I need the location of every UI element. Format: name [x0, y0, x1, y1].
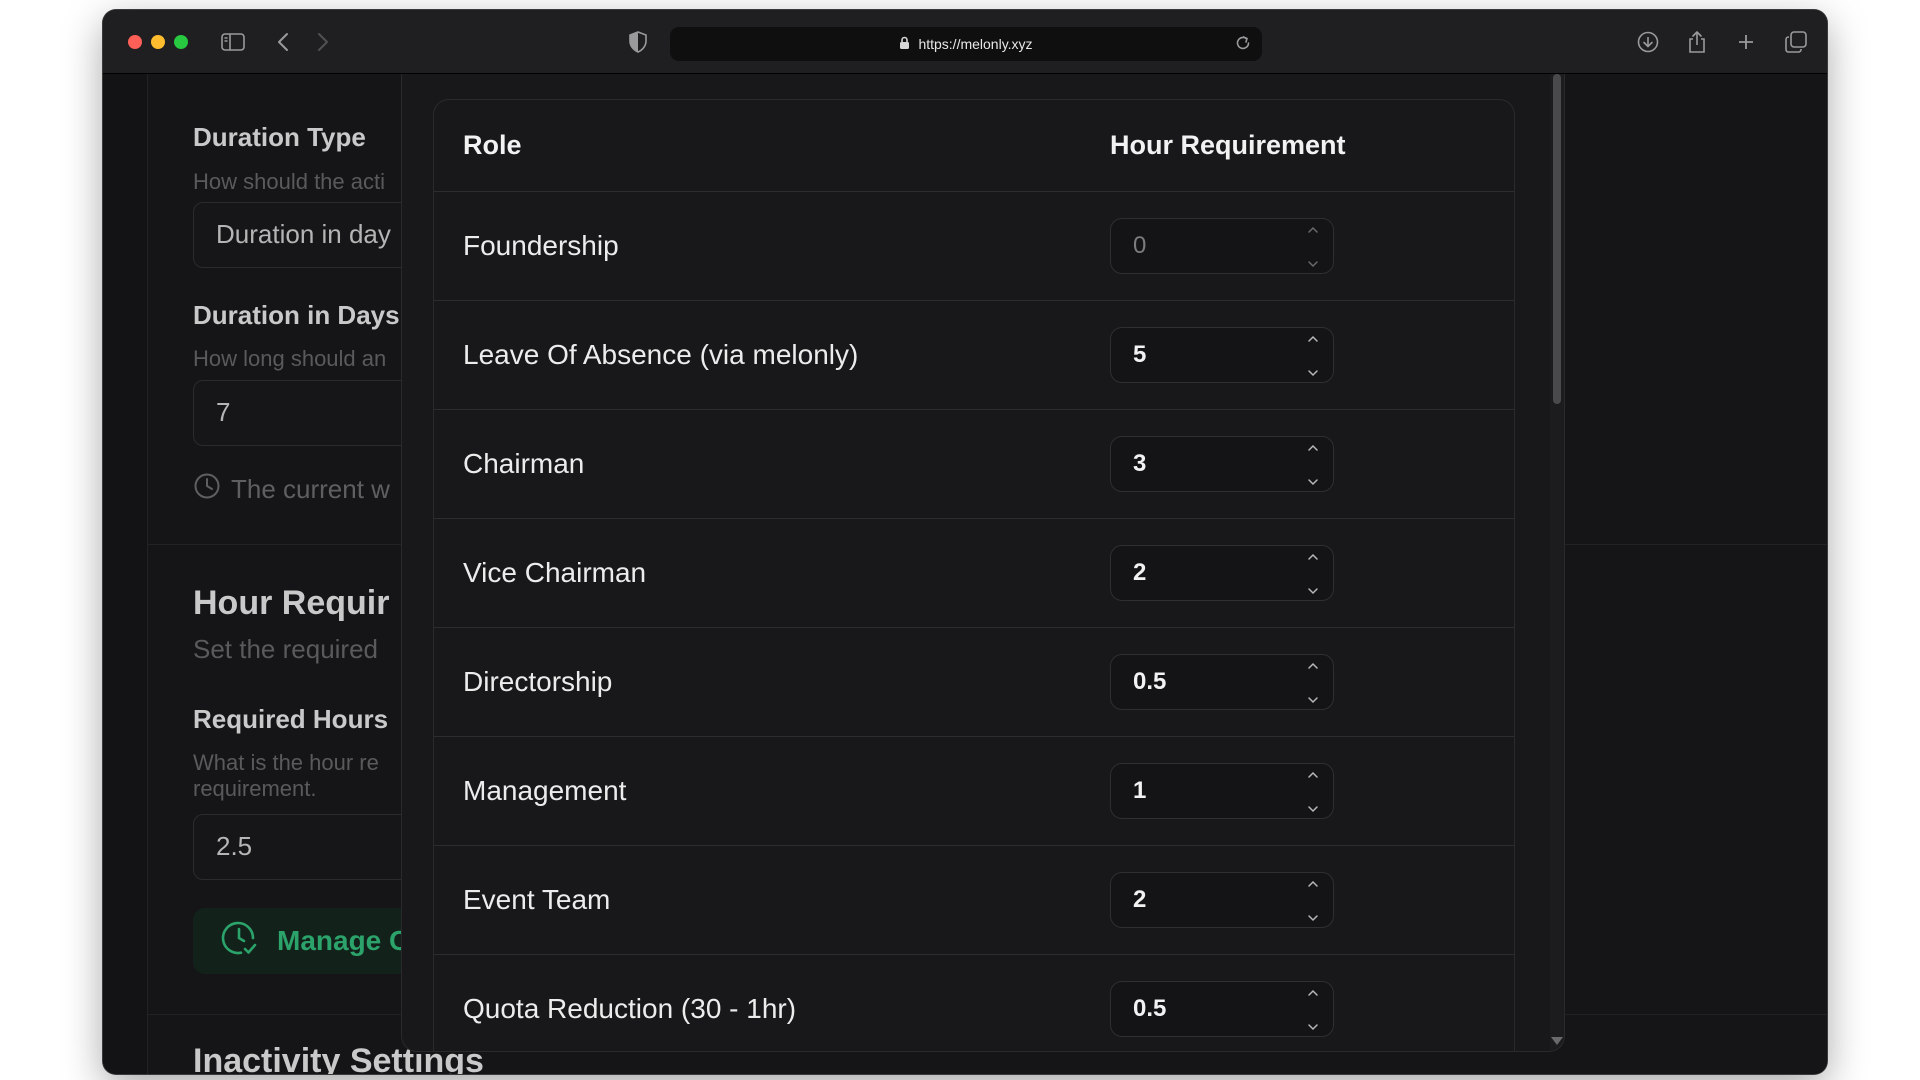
number-stepper[interactable] — [1307, 335, 1319, 377]
duration-type-label: Duration Type — [193, 122, 366, 152]
number-stepper[interactable] — [1307, 662, 1319, 704]
chevron-down-icon — [1308, 261, 1318, 268]
hour-value: 2 — [1133, 559, 1147, 586]
chevron-down-icon — [1308, 697, 1318, 704]
hour-requirements-heading: Hour Requir — [193, 584, 390, 622]
reload-icon[interactable] — [1234, 34, 1252, 55]
current-week-text: The current w — [231, 474, 390, 504]
hour-requirements-help: Set the required — [193, 634, 379, 664]
number-stepper[interactable] — [1307, 444, 1319, 486]
hour-input[interactable]: 1 — [1110, 763, 1334, 819]
number-stepper[interactable] — [1307, 771, 1319, 813]
forward-icon[interactable] — [313, 28, 333, 56]
scroll-down-arrow-icon[interactable] — [1551, 1037, 1563, 1045]
downloads-icon[interactable] — [1635, 28, 1661, 56]
clock-icon — [193, 472, 221, 507]
role-name: Leave Of Absence (via melonly) — [463, 339, 859, 370]
chevron-down-icon — [1308, 915, 1318, 922]
number-stepper[interactable] — [1307, 880, 1319, 922]
column-header-role: Role — [463, 130, 522, 160]
browser-toolbar: https://melonly.xyz — [103, 10, 1827, 74]
clock-check-icon — [219, 918, 259, 965]
minimize-window-button[interactable] — [151, 35, 165, 49]
required-hours-help-line1: What is the hour re — [193, 750, 379, 775]
chevron-up-icon — [1308, 880, 1318, 887]
manage-button-label: Manage C — [277, 925, 410, 956]
browser-window: https://melonly.xyz Duration Type How sh… — [103, 10, 1827, 1074]
role-name: Event Team — [463, 884, 611, 915]
role-name: Chairman — [463, 448, 585, 479]
chevron-down-icon — [1308, 806, 1318, 813]
chevron-down-icon — [1308, 479, 1318, 486]
table-row: Management 1 — [434, 737, 1514, 846]
hour-input[interactable]: 5 — [1110, 327, 1334, 383]
role-name: Management — [463, 775, 627, 806]
number-stepper[interactable] — [1307, 553, 1319, 595]
chevron-up-icon — [1308, 989, 1318, 996]
hour-input[interactable]: 2 — [1110, 872, 1334, 928]
new-tab-icon[interactable] — [1735, 28, 1757, 56]
hour-input[interactable]: 2 — [1110, 545, 1334, 601]
role-name: Quota Reduction (30 - 1hr) — [463, 993, 797, 1024]
hour-value: 0.5 — [1133, 995, 1167, 1022]
modal-scrollbar[interactable] — [1550, 74, 1564, 1051]
hour-value: 1 — [1133, 777, 1147, 804]
role-name: Directorship — [463, 666, 613, 697]
role-name: Vice Chairman — [463, 557, 647, 588]
privacy-shield-icon[interactable] — [627, 28, 649, 56]
chevron-down-icon — [1308, 1024, 1318, 1031]
close-window-button[interactable] — [128, 35, 142, 49]
duration-days-label: Duration in Days — [193, 300, 400, 330]
back-icon[interactable] — [273, 28, 293, 56]
chevron-down-icon — [1308, 588, 1318, 595]
duration-type-help: How should the acti — [193, 169, 385, 194]
share-icon[interactable] — [1685, 28, 1709, 56]
hour-value: 5 — [1133, 341, 1147, 368]
column-header-hours: Hour Requirement — [1110, 130, 1346, 160]
hour-input[interactable]: 0.5 — [1110, 654, 1334, 710]
duration-days-help: How long should an — [193, 346, 387, 371]
table-row: Event Team 2 — [434, 846, 1514, 955]
chevron-up-icon — [1308, 771, 1318, 778]
hour-value: 0 — [1133, 232, 1147, 259]
chevron-up-icon — [1308, 553, 1318, 560]
chevron-down-icon — [1308, 370, 1318, 377]
url-text: https://melonly.xyz — [918, 36, 1033, 52]
number-stepper[interactable] — [1307, 226, 1319, 268]
role-name: Foundership — [463, 230, 619, 261]
chevron-up-icon — [1308, 444, 1318, 451]
sidebar-toggle-icon[interactable] — [219, 28, 247, 56]
table-row: Directorship 0.5 — [434, 628, 1514, 737]
page-content: Duration Type How should the acti Durati… — [103, 74, 1827, 1074]
hour-input[interactable]: 3 — [1110, 436, 1334, 492]
required-hours-label: Required Hours — [193, 704, 389, 734]
scrollbar-thumb[interactable] — [1553, 74, 1561, 404]
hour-value: 0.5 — [1133, 668, 1167, 695]
current-week-notice: The current w — [193, 472, 390, 507]
number-stepper[interactable] — [1307, 989, 1319, 1031]
table-row: Chairman 3 — [434, 410, 1514, 519]
required-hours-help-line2: requirement. — [193, 776, 317, 801]
chevron-up-icon — [1308, 226, 1318, 233]
hour-input[interactable]: 0 — [1110, 218, 1334, 274]
chevron-up-icon — [1308, 662, 1318, 669]
table-row: Quota Reduction (30 - 1hr) 0.5 — [434, 955, 1514, 1051]
chevron-up-icon — [1308, 335, 1318, 342]
zoom-window-button[interactable] — [174, 35, 188, 49]
table-row: Vice Chairman 2 — [434, 519, 1514, 628]
role-hours-modal: Role Hour Requirement Foundership 0 Leav… — [401, 74, 1565, 1052]
hour-value: 2 — [1133, 886, 1147, 913]
hour-input[interactable]: 0.5 — [1110, 981, 1334, 1037]
role-hours-table: Role Hour Requirement Foundership 0 Leav… — [433, 99, 1515, 1051]
address-bar[interactable]: https://melonly.xyz — [670, 27, 1262, 61]
table-row: Foundership 0 — [434, 192, 1514, 301]
table-row: Leave Of Absence (via melonly) 5 — [434, 301, 1514, 410]
lock-icon — [899, 36, 910, 53]
hour-value: 3 — [1133, 450, 1147, 477]
tab-overview-icon[interactable] — [1783, 28, 1809, 56]
table-header: Role Hour Requirement — [434, 100, 1514, 192]
